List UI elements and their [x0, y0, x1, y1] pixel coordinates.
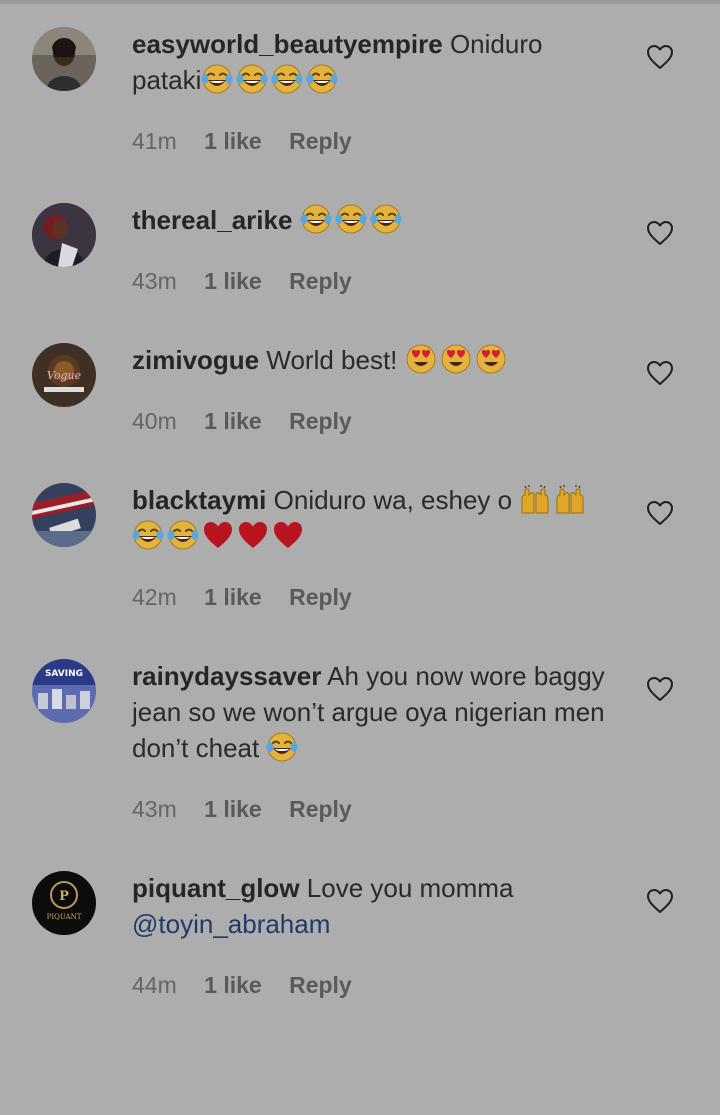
comment-meta: 42m 1 like Reply	[132, 584, 373, 611]
like-heart-icon[interactable]	[646, 676, 674, 702]
like-heart-icon[interactable]	[646, 360, 674, 386]
avatar[interactable]	[32, 203, 96, 267]
face-with-tears-of-joy-icon	[132, 519, 164, 551]
comment-time: 43m	[132, 796, 177, 822]
comment-time: 42m	[132, 584, 177, 610]
emoji-row	[405, 343, 510, 375]
reply-button[interactable]: Reply	[289, 584, 352, 611]
like-heart-icon[interactable]	[646, 888, 674, 914]
comment-text: zimivogue World best!	[132, 342, 612, 378]
comment-message: World best!	[266, 345, 398, 375]
avatar-logo-text: Vogue	[47, 369, 82, 382]
avatar[interactable]	[32, 483, 96, 547]
smiling-face-with-heart-eyes-icon	[405, 343, 437, 375]
smiling-face-with-heart-eyes-icon	[475, 343, 507, 375]
likes-count-link[interactable]: 1 like	[204, 128, 262, 155]
comment-text: rainydayssaver Ah you now wore baggy jea…	[132, 658, 612, 766]
avatar-logo-text: SAVING	[45, 669, 83, 679]
raising-hands-icon	[519, 483, 551, 515]
face-with-tears-of-joy-icon	[300, 203, 332, 235]
reply-button[interactable]: Reply	[289, 972, 352, 999]
emoji-row	[300, 203, 405, 235]
face-with-tears-of-joy-icon	[266, 731, 298, 763]
reply-button[interactable]: Reply	[289, 128, 352, 155]
mention-link[interactable]: @toyin_abraham	[132, 909, 330, 939]
comment-meta: 41m 1 like Reply	[132, 128, 373, 155]
red-heart-icon	[237, 519, 269, 551]
face-with-tears-of-joy-icon	[335, 203, 367, 235]
likes-count-link[interactable]: 1 like	[204, 796, 262, 823]
face-with-tears-of-joy-icon	[201, 63, 233, 95]
comment-time: 43m	[132, 268, 177, 294]
avatar-logo-text: PIQUANT	[47, 913, 82, 921]
likes-count-link[interactable]: 1 like	[204, 972, 262, 999]
comment-username[interactable]: thereal_arike	[132, 205, 292, 235]
smiling-face-with-heart-eyes-icon	[440, 343, 472, 375]
likes-count-link[interactable]: 1 like	[204, 408, 262, 435]
likes-count-link[interactable]: 1 like	[204, 584, 262, 611]
face-with-tears-of-joy-icon	[271, 63, 303, 95]
comment-text: piquant_glow Love you momma @toyin_abrah…	[132, 870, 612, 942]
comment-username[interactable]: blacktaymi	[132, 485, 266, 515]
raising-hands-icon	[554, 483, 586, 515]
comment-time: 41m	[132, 128, 177, 154]
comment-text: blacktaymi Oniduro wa, eshey o	[132, 482, 612, 554]
reply-button[interactable]: Reply	[289, 268, 352, 295]
comment-meta: 43m 1 like Reply	[132, 796, 373, 823]
avatar[interactable]: P PIQUANT	[32, 871, 96, 935]
comment-username[interactable]: easyworld_beautyempire	[132, 29, 443, 59]
like-heart-icon[interactable]	[646, 500, 674, 526]
avatar-logo-letter: P	[59, 889, 69, 904]
face-with-tears-of-joy-icon	[306, 63, 338, 95]
comment-time: 44m	[132, 972, 177, 998]
reply-button[interactable]: Reply	[289, 796, 352, 823]
red-heart-icon	[272, 519, 304, 551]
comment-meta: 40m 1 like Reply	[132, 408, 373, 435]
emoji-row	[201, 63, 341, 95]
face-with-tears-of-joy-icon	[167, 519, 199, 551]
reply-button[interactable]: Reply	[289, 408, 352, 435]
like-heart-icon[interactable]	[646, 44, 674, 70]
likes-count-link[interactable]: 1 like	[204, 268, 262, 295]
comment-text: easyworld_beautyempire Oniduro pataki	[132, 26, 612, 98]
like-heart-icon[interactable]	[646, 220, 674, 246]
comment-username[interactable]: rainydayssaver	[132, 661, 321, 691]
red-heart-icon	[202, 519, 234, 551]
comment-meta: 44m 1 like Reply	[132, 972, 373, 999]
comment-time: 40m	[132, 408, 177, 434]
comment-username[interactable]: piquant_glow	[132, 873, 300, 903]
top-divider	[0, 0, 720, 4]
comment-message: Oniduro wa, eshey o	[273, 485, 513, 515]
comment-message: Love you momma	[306, 873, 514, 903]
comment-text: thereal_arike	[132, 202, 612, 238]
emoji-row	[266, 731, 301, 763]
face-with-tears-of-joy-icon	[370, 203, 402, 235]
comment-username[interactable]: zimivogue	[132, 345, 259, 375]
avatar[interactable]	[32, 27, 96, 91]
comment-meta: 43m 1 like Reply	[132, 268, 373, 295]
avatar[interactable]: Vogue	[32, 343, 96, 407]
face-with-tears-of-joy-icon	[236, 63, 268, 95]
avatar[interactable]: SAVING	[32, 659, 96, 723]
